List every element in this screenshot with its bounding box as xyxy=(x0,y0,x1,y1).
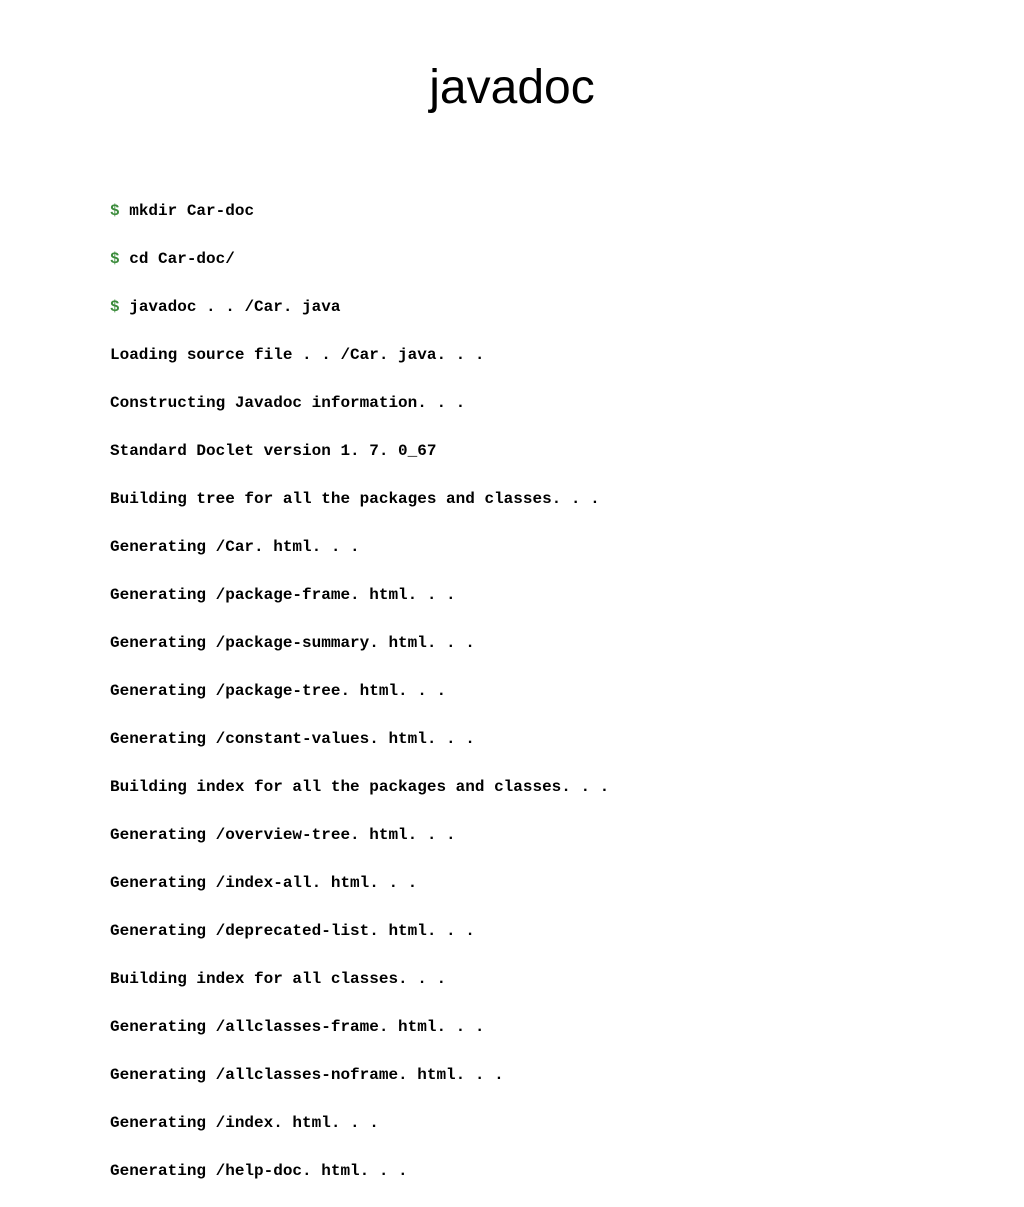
output-line: Standard Doclet version 1. 7. 0_67 xyxy=(110,439,914,463)
output-line: Generating /overview-tree. html. . . xyxy=(110,823,914,847)
output-line: Generating /package-frame. html. . . xyxy=(110,583,914,607)
output-line: Generating /constant-values. html. . . xyxy=(110,727,914,751)
output-line: Generating /package-tree. html. . . xyxy=(110,679,914,703)
output-line: Generating /allclasses-noframe. html. . … xyxy=(110,1063,914,1087)
output-line: Building index for all classes. . . xyxy=(110,967,914,991)
command-line: $ mkdir Car-doc xyxy=(110,199,914,223)
output-line: Loading source file . . /Car. java. . . xyxy=(110,343,914,367)
prompt-symbol: $ xyxy=(110,298,120,316)
page-title: javadoc xyxy=(110,60,914,115)
command-text: cd Car-doc/ xyxy=(129,250,235,268)
prompt-symbol: $ xyxy=(110,250,120,268)
command-line: $ javadoc . . /Car. java xyxy=(110,295,914,319)
output-line: Generating /allclasses-frame. html. . . xyxy=(110,1015,914,1039)
output-line: Constructing Javadoc information. . . xyxy=(110,391,914,415)
command-text: javadoc . . /Car. java xyxy=(129,298,340,316)
output-line: Building tree for all the packages and c… xyxy=(110,487,914,511)
output-line: Generating /package-summary. html. . . xyxy=(110,631,914,655)
output-line: Generating /help-doc. html. . . xyxy=(110,1159,914,1183)
output-line: Generating /index-all. html. . . xyxy=(110,871,914,895)
slide: javadoc $ mkdir Car-doc $ cd Car-doc/ $ … xyxy=(0,0,1024,768)
command-line: $ cd Car-doc/ xyxy=(110,247,914,271)
command-text: mkdir Car-doc xyxy=(129,202,254,220)
output-line: Building index for all the packages and … xyxy=(110,775,914,799)
output-line: Generating /index. html. . . xyxy=(110,1111,914,1135)
prompt-symbol: $ xyxy=(110,202,120,220)
output-line: Generating /Car. html. . . xyxy=(110,535,914,559)
terminal-output: $ mkdir Car-doc $ cd Car-doc/ $ javadoc … xyxy=(110,175,914,1207)
output-line: Generating /deprecated-list. html. . . xyxy=(110,919,914,943)
